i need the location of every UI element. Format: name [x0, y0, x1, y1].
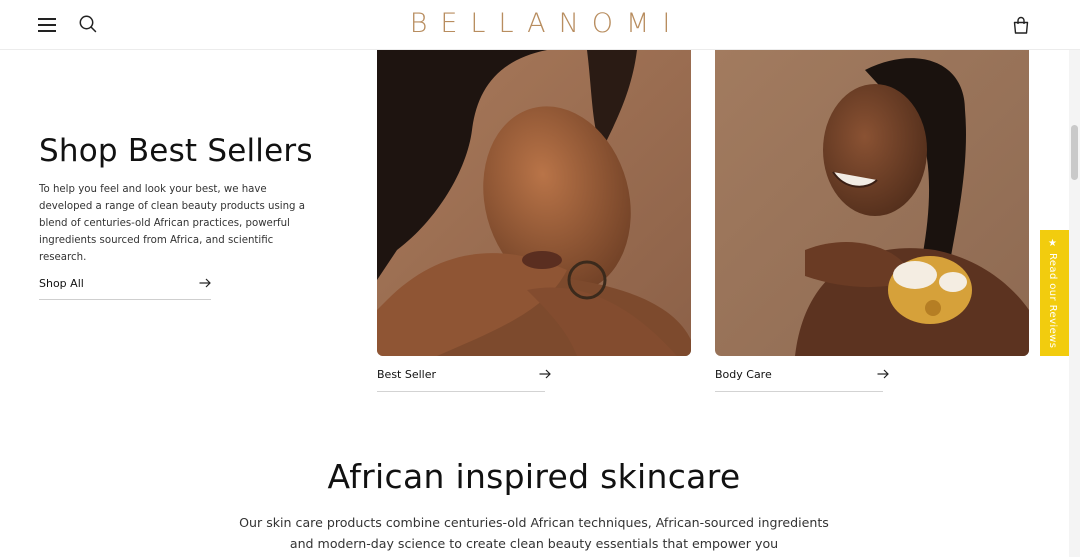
link-underline [39, 299, 211, 300]
hamburger-menu-icon[interactable] [38, 17, 56, 33]
site-header: BELLANOMI [0, 0, 1080, 50]
search-icon[interactable] [78, 14, 98, 34]
hero-description: To help you feel and look your best, we … [39, 184, 305, 263]
best-seller-label: Best Seller [377, 368, 437, 381]
body-care-image[interactable] [715, 50, 1029, 356]
read-reviews-tab[interactable]: ★ Read our Reviews [1040, 230, 1069, 356]
shopping-bag-icon[interactable] [1012, 15, 1030, 35]
section-title: African inspired skincare [327, 457, 741, 496]
smiling-woman-sponge-photo [715, 50, 1029, 356]
scrollbar-thumb[interactable] [1071, 125, 1078, 180]
brand-logo-link[interactable]: BELLANOMI [410, 8, 684, 39]
arrow-right-icon [877, 369, 889, 379]
shop-all-label: Shop All [39, 277, 84, 290]
read-reviews-label: ★ Read our Reviews [1047, 238, 1058, 349]
brand-logo: BELLANOMI [0, 8, 1080, 39]
best-seller-image[interactable] [377, 50, 691, 356]
section-body: Our skin care products combine centuries… [239, 515, 829, 551]
body-care-link[interactable]: Body Care [715, 366, 889, 392]
link-underline [715, 391, 883, 392]
page-scrollbar[interactable] [1069, 50, 1080, 557]
woman-eyes-closed-photo [377, 50, 691, 356]
arrow-right-icon [199, 278, 211, 288]
link-underline [377, 391, 545, 392]
shop-all-link[interactable]: Shop All [39, 276, 211, 300]
arrow-right-icon [539, 369, 551, 379]
body-care-label: Body Care [715, 368, 772, 381]
best-seller-link[interactable]: Best Seller [377, 366, 551, 392]
hero-title: Shop Best Sellers [39, 133, 313, 169]
